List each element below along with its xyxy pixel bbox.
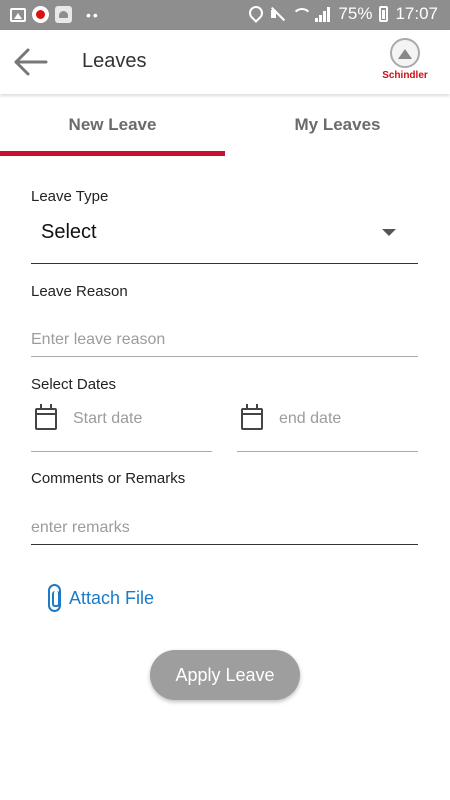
apply-leave-button[interactable]: Apply Leave: [150, 650, 300, 700]
notification-app-icon: [32, 6, 49, 23]
back-button[interactable]: [12, 44, 50, 80]
battery-charging-icon: [379, 6, 389, 22]
tab-bar: New Leave My Leaves: [0, 94, 450, 156]
more-dots-icon: ••: [86, 6, 100, 23]
start-date-field[interactable]: Start date: [31, 402, 212, 452]
comments-label: Comments or Remarks: [31, 470, 186, 487]
gallery-icon: [10, 7, 26, 22]
logo-text: Schindler: [382, 70, 428, 81]
dropdown-arrow-icon: [382, 229, 396, 236]
location-icon: [246, 5, 262, 23]
attach-file-label: Attach File: [69, 587, 155, 608]
calendar-icon: [241, 404, 263, 430]
end-date-field[interactable]: end date: [237, 402, 418, 452]
status-bar: •• 75% 17:07: [0, 0, 450, 30]
remarks-input[interactable]: [31, 511, 418, 545]
tab-my-leaves[interactable]: My Leaves: [225, 94, 450, 156]
mute-icon: [269, 5, 285, 23]
leave-type-dropdown[interactable]: Select: [31, 210, 418, 264]
signal-icon: [315, 6, 331, 22]
battery-percent: 75%: [338, 4, 373, 23]
android-icon: [55, 6, 72, 23]
wifi-icon: [292, 5, 313, 23]
paperclip-icon: [48, 584, 61, 612]
app-bar: Leaves Schindler: [0, 30, 450, 94]
select-dates-label: Select Dates: [31, 376, 117, 393]
start-date-placeholder: Start date: [73, 410, 143, 427]
end-date-placeholder: end date: [279, 410, 342, 427]
leave-type-value: Select: [41, 221, 97, 243]
arrow-back-icon: [14, 48, 48, 76]
tab-new-leave[interactable]: New Leave: [0, 94, 225, 156]
status-bar-right: 75% 17:07: [246, 4, 438, 24]
page-title: Leaves: [82, 50, 147, 72]
status-bar-left: ••: [10, 6, 100, 23]
leave-type-label: Leave Type: [31, 188, 109, 205]
schindler-logo-icon: [390, 38, 420, 68]
clock: 17:07: [395, 4, 438, 23]
leave-reason-label: Leave Reason: [31, 283, 128, 300]
leave-reason-input[interactable]: [31, 323, 418, 357]
schindler-logo: Schindler: [378, 38, 432, 86]
attach-file-button[interactable]: Attach File: [48, 582, 154, 614]
calendar-icon: [35, 404, 57, 430]
